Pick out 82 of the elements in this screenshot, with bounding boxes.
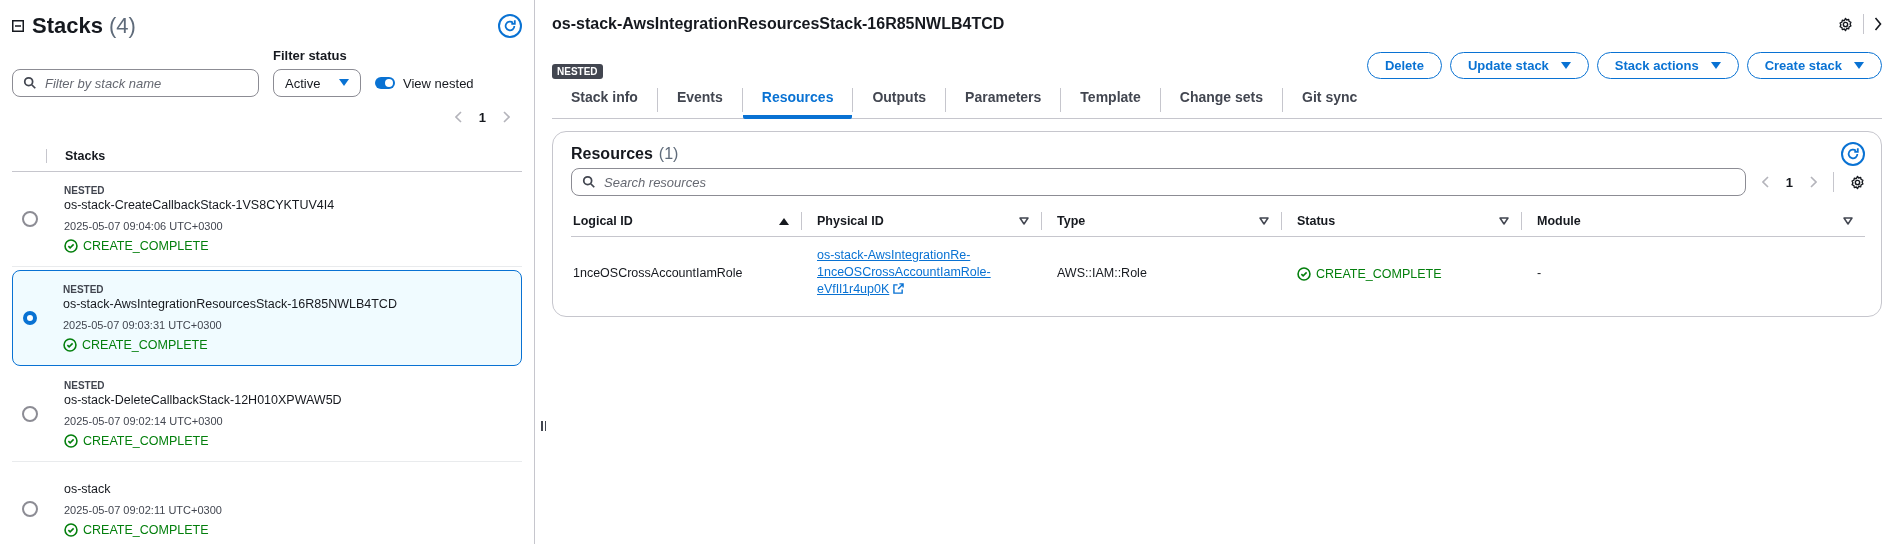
sort-icon[interactable] bbox=[1019, 217, 1029, 225]
stack-count: (4) bbox=[108, 13, 136, 39]
stack-name: os-stack-CreateCallbackStack-1VS8CYKTUV4I4 bbox=[64, 198, 335, 212]
radio-button[interactable] bbox=[23, 311, 37, 325]
tab[interactable]: Resources bbox=[742, 81, 853, 119]
card-title: Resources bbox=[571, 145, 653, 163]
stack-name: os-stack-DeleteCallbackStack-12H010XPWAW5D bbox=[64, 393, 342, 407]
status-dropdown[interactable]: Active bbox=[273, 69, 361, 97]
column-header[interactable]: Logical ID bbox=[573, 214, 633, 228]
status-text: CREATE_COMPLETE bbox=[83, 522, 209, 537]
search-field[interactable]: Search resources bbox=[571, 168, 1746, 196]
check-circle-icon bbox=[64, 239, 78, 253]
nested-label: NESTED bbox=[63, 284, 105, 295]
stack-timestamp: 2025-05-07 09:03:31 UTC+0300 bbox=[63, 319, 223, 331]
tab[interactable]: Template bbox=[1061, 81, 1160, 119]
resize-handle[interactable] bbox=[541, 421, 546, 431]
table-cell: - bbox=[1537, 265, 1542, 280]
status-text: CREATE_COMPLETE bbox=[82, 338, 208, 352]
stack-timestamp: 2025-05-07 09:02:11 UTC+0300 bbox=[64, 503, 222, 516]
check-circle-icon bbox=[64, 434, 78, 448]
resource-count: (1) bbox=[658, 145, 679, 163]
filter-status-label: Filter status bbox=[273, 48, 348, 63]
refresh-icon bbox=[1846, 147, 1860, 161]
tab[interactable]: Events bbox=[657, 81, 742, 119]
tab[interactable]: Git sync bbox=[1283, 81, 1377, 119]
stack-name: os-stack bbox=[64, 481, 112, 496]
status-text: CREATE_COMPLETE bbox=[1316, 266, 1442, 281]
radio-button[interactable] bbox=[22, 406, 38, 422]
tab[interactable]: Parameters bbox=[946, 81, 1061, 119]
refresh-button[interactable] bbox=[1841, 142, 1865, 166]
caret-icon bbox=[1854, 61, 1864, 70]
column-header[interactable]: Physical ID bbox=[817, 214, 884, 228]
search-icon bbox=[582, 175, 596, 189]
stack-row[interactable]: os-stack 2025-05-07 09:02:11 UTC+0300 CREATE_COMPLETE bbox=[12, 462, 522, 544]
sort-icon[interactable] bbox=[1259, 217, 1269, 225]
radio-button[interactable] bbox=[22, 501, 38, 517]
column-header[interactable]: Module bbox=[1537, 214, 1581, 228]
stack-row[interactable]: NESTED os-stack-CreateCallbackStack-1VS8CYKTUV4I4 2025-05-07 09:04:06 UTC+0300 CREATE_COMPLETE bbox=[12, 172, 522, 267]
caret-icon bbox=[1710, 61, 1721, 70]
panel-title: Stacks bbox=[32, 13, 103, 39]
check-circle-icon bbox=[1297, 266, 1311, 281]
sort-ascending-icon[interactable] bbox=[779, 217, 789, 225]
caret-icon bbox=[1560, 61, 1571, 70]
stack-name: os-stack-AwsIntegrationResourcesStack-16R85NWLB4TCD bbox=[63, 297, 397, 311]
radio-button[interactable] bbox=[22, 211, 38, 227]
stack-timestamp: 2025-05-07 09:04:06 UTC+0300 bbox=[64, 220, 224, 232]
status-text: CREATE_COMPLETE bbox=[83, 434, 209, 448]
nested-label: NESTED bbox=[64, 380, 106, 391]
physical-id-link[interactable]: os-stack-AwsIntegrationRe- 1nceOSCrossAccountIamRole- eVfIl1r4up0K bbox=[817, 247, 991, 298]
table-cell: AWS::IAM::Role bbox=[1057, 265, 1147, 280]
settings-icon[interactable] bbox=[1838, 16, 1853, 32]
view-nested-toggle[interactable] bbox=[375, 77, 395, 89]
search-icon bbox=[23, 76, 37, 90]
refresh-icon bbox=[503, 19, 517, 33]
external-link-icon bbox=[893, 283, 905, 294]
column-header[interactable]: Status bbox=[1297, 214, 1336, 228]
sort-icon[interactable] bbox=[1843, 217, 1853, 225]
stack-title: os-stack-AwsIntegrationResourcesStack-16R85NWLB4TCD bbox=[552, 15, 1005, 33]
caret-icon bbox=[339, 79, 349, 87]
column-header: Stacks bbox=[46, 149, 106, 163]
tab[interactable]: Stack info bbox=[552, 81, 657, 119]
column-header[interactable]: Type bbox=[1057, 214, 1086, 228]
stack-row[interactable]: NESTED os-stack-AwsIntegrationResourcesStack-16R85NWLB4TCD 2025-05-07 09:03:31 UTC+0300 CREATE_COMPLETE bbox=[12, 270, 522, 366]
tab[interactable]: Change sets bbox=[1160, 81, 1283, 119]
nested-label: NESTED bbox=[64, 185, 106, 196]
sort-icon[interactable] bbox=[1499, 217, 1509, 225]
page-number[interactable]: 1 bbox=[1785, 174, 1793, 190]
stack-row[interactable]: NESTED os-stack-DeleteCallbackStack-12H010XPWAW5D 2025-05-07 09:02:14 UTC+0300 CREATE_COMPLETE bbox=[12, 367, 522, 462]
nested-badge: NESTED bbox=[552, 64, 603, 79]
check-circle-icon bbox=[63, 338, 77, 352]
status-text: CREATE_COMPLETE bbox=[83, 239, 209, 253]
filter-field[interactable]: Filter by stack name bbox=[12, 69, 259, 97]
collapse-icon[interactable] bbox=[12, 20, 24, 32]
settings-icon[interactable] bbox=[1850, 174, 1865, 190]
check-circle-icon bbox=[64, 522, 78, 537]
toggle-label: View nested bbox=[403, 75, 474, 91]
refresh-button[interactable] bbox=[498, 14, 522, 38]
page-number[interactable]: 1 bbox=[478, 109, 486, 125]
stack-timestamp: 2025-05-07 09:02:14 UTC+0300 bbox=[64, 415, 224, 427]
table-cell: 1nceOSCrossAccountIamRole bbox=[573, 265, 743, 280]
tab[interactable]: Outputs bbox=[853, 81, 946, 119]
chevron-right-icon[interactable] bbox=[1874, 17, 1882, 31]
